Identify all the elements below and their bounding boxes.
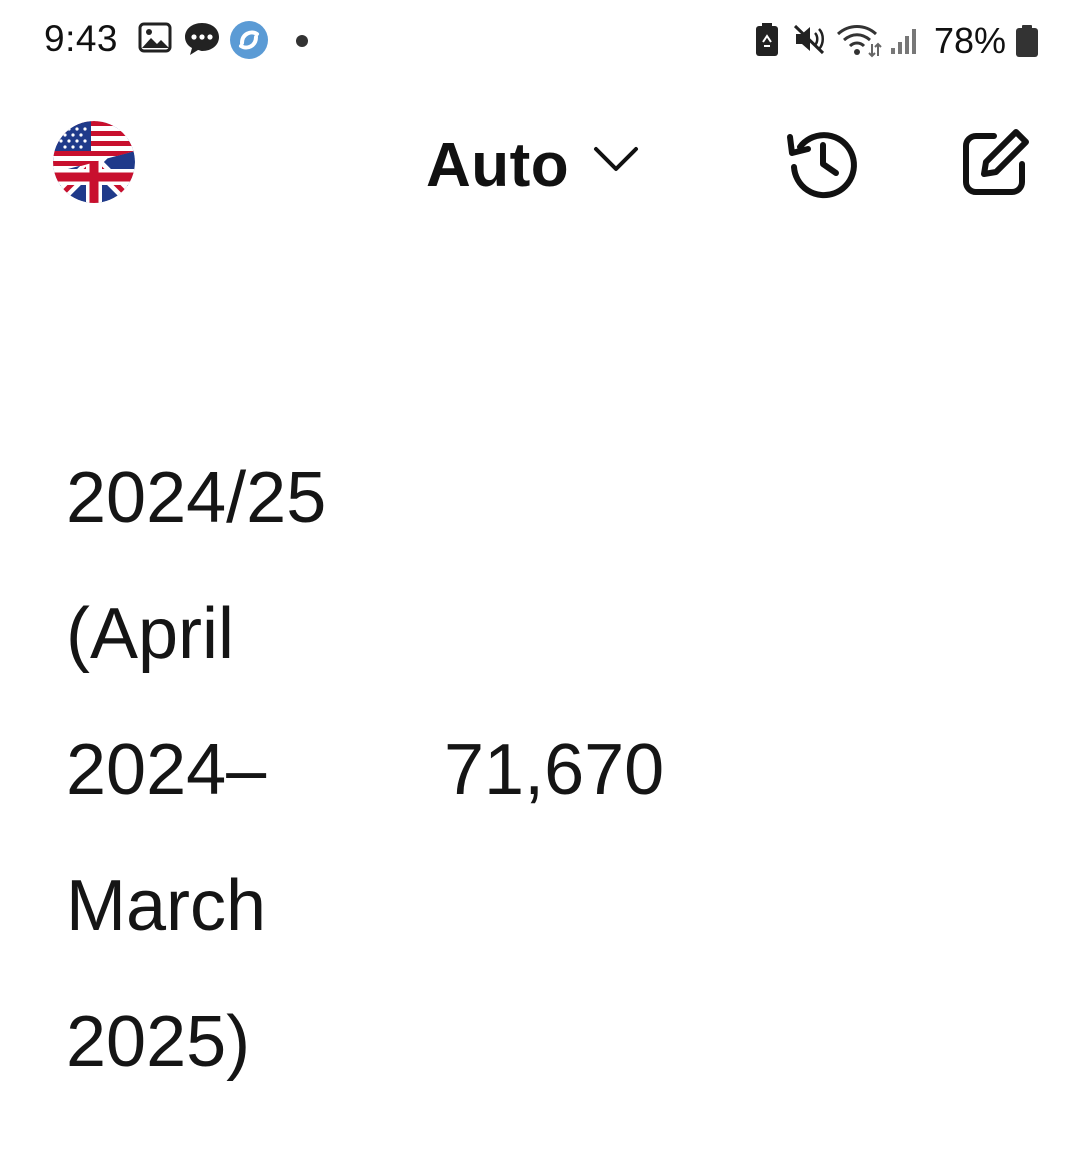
mode-selector[interactable]: Auto (426, 125, 639, 205)
messages-icon (183, 21, 221, 62)
value-cell: 71,670 (444, 730, 665, 810)
period-line: 2024/25 (66, 458, 327, 538)
more-notifications-dot (296, 35, 308, 47)
language-flag-button[interactable] (53, 121, 135, 203)
screen: 9:43 78% Auto 2024/25 (April 2024– March… (0, 0, 1080, 1174)
mute-icon (793, 22, 827, 61)
battery-icon (1015, 24, 1039, 63)
period-line: March (66, 866, 267, 946)
history-button[interactable] (786, 125, 860, 199)
status-time: 9:43 (44, 18, 119, 59)
period-line: (April (66, 594, 235, 674)
signal-icon (888, 22, 922, 61)
edit-icon (963, 129, 1029, 195)
app-bar: Auto (0, 100, 1080, 230)
mode-label: Auto (426, 130, 570, 200)
gallery-icon (138, 21, 172, 60)
chevron-down-icon (593, 144, 639, 179)
battery-saver-icon (754, 22, 780, 63)
wifi-icon (836, 22, 882, 63)
history-icon (787, 132, 857, 199)
period-line: 2024– (66, 730, 267, 810)
period-line: 2025) (66, 1002, 251, 1082)
battery-percentage: 78% (934, 20, 1007, 61)
edit-button[interactable] (960, 126, 1032, 198)
status-bar: 9:43 78% (0, 0, 1080, 80)
app-notification-icon (229, 20, 269, 65)
period-cell: 2024/25 (April 2024– March 2025) (66, 430, 426, 1110)
us-uk-flag-icon (53, 121, 135, 203)
